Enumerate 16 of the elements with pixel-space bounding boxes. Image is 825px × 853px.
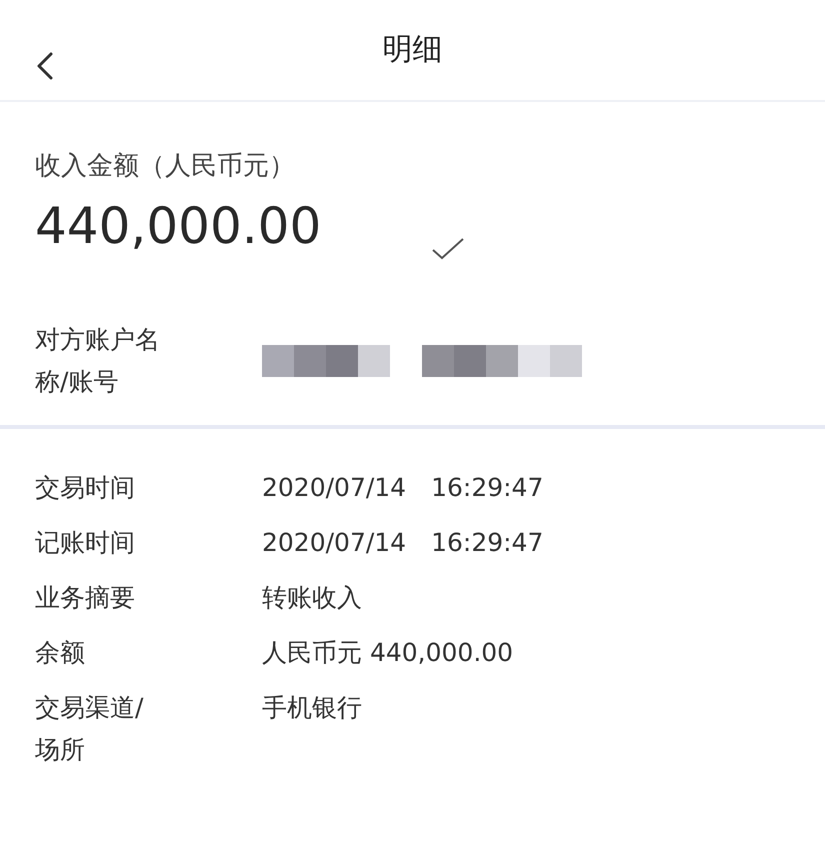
field-label: 对方账户名称/账号 (35, 324, 160, 398)
field-label: 余额 (35, 637, 86, 669)
field-label: 记账时间 (35, 527, 136, 559)
back-icon[interactable] (36, 52, 54, 80)
field-value: 手机银行 (262, 692, 362, 724)
check-icon (431, 237, 466, 261)
field-label: 交易渠道/场所 (35, 692, 144, 766)
field-value: 2020/07/14 16:29:47 (262, 472, 544, 504)
field-label: 业务摘要 (35, 582, 136, 614)
field-value: 转账收入 (262, 582, 362, 614)
page-title: 明细 (382, 30, 442, 68)
field-value: 人民币元 440,000.00 (262, 637, 514, 669)
field-label: 交易时间 (35, 472, 136, 504)
amount-value: 440,000.00 (35, 197, 322, 255)
field-value: 2020/07/14 16:29:47 (262, 527, 544, 559)
amount-label: 收入金额（人民币元） (35, 150, 296, 183)
